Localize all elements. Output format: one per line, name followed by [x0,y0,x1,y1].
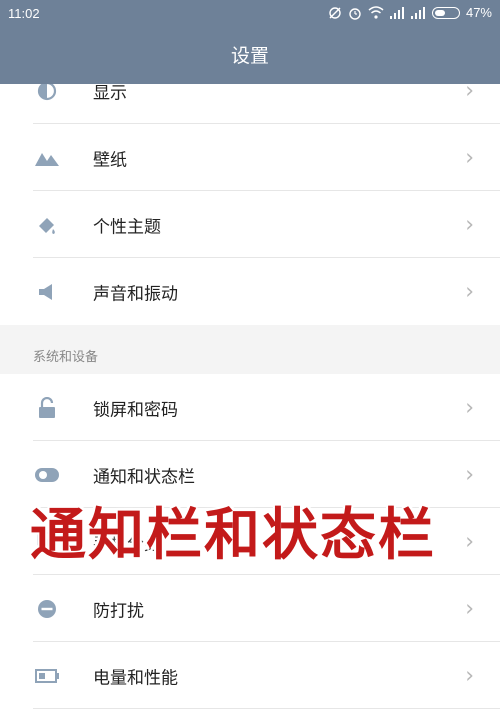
chevron-right-icon: › [465,279,474,304]
settings-item-label: 声音和振动 [93,284,178,304]
toggle-icon [35,463,59,487]
divider [33,708,500,709]
chevron-right-icon: › [465,84,474,103]
status-bar: 11:02 47% [0,0,500,28]
wifi-icon [368,6,384,19]
battery-percent: 47% [465,5,492,20]
display-icon [35,84,59,103]
settings-item-sound[interactable]: 声音和振动 › [0,258,500,325]
theme-brush-icon [35,213,59,237]
settings-item-do-not-disturb[interactable]: 防打扰 › [0,575,500,642]
signal-icon-2 [410,6,426,19]
personal-settings-group: 显示 › 壁纸 › 个性主题 › 声音和振动 › [0,84,500,325]
do-not-disturb-icon [35,597,59,621]
battery-status-icon [431,6,460,19]
status-icons: 47% [328,5,492,20]
settings-list[interactable]: 显示 › 壁纸 › 个性主题 › 声音和振动 › 系统和设备 锁屏和密码 › 通… [0,84,500,711]
wallpaper-icon [35,146,59,170]
overlay-caption: 通知栏和状态栏 [30,503,436,568]
settings-item-label: 个性主题 [93,217,161,237]
status-time: 11:02 [8,6,40,21]
settings-item-label: 显示 [93,84,127,103]
chevron-right-icon: › [465,212,474,237]
settings-item-display[interactable]: 显示 › [0,84,500,124]
signal-icon-1 [389,6,405,19]
battery-icon [35,664,59,688]
chevron-right-icon: › [465,145,474,170]
chevron-right-icon: › [465,462,474,487]
settings-item-label: 电量和性能 [93,668,178,688]
sync-off-icon [328,6,342,20]
settings-item-label: 防打扰 [93,601,144,621]
settings-item-label: 通知和状态栏 [93,467,195,487]
settings-item-label: 锁屏和密码 [93,400,178,420]
settings-item-wallpaper[interactable]: 壁纸 › [0,124,500,191]
section-header-system: 系统和设备 [33,350,99,365]
page-title: 设置 [230,45,269,67]
settings-item-label: 壁纸 [93,150,127,170]
chevron-right-icon: › [465,529,474,554]
section-gap: 系统和设备 [0,325,500,381]
settings-item-theme[interactable]: 个性主题 › [0,191,500,258]
alarm-icon [348,6,362,20]
lock-icon [35,396,59,420]
settings-item-battery[interactable]: 电量和性能 › [0,642,500,709]
chevron-right-icon: › [465,596,474,621]
chevron-right-icon: › [465,663,474,688]
chevron-right-icon: › [465,395,474,420]
settings-item-lockscreen[interactable]: 锁屏和密码 › [0,374,500,441]
page-title-bar: 设置 [0,28,500,84]
speaker-icon [35,280,59,304]
